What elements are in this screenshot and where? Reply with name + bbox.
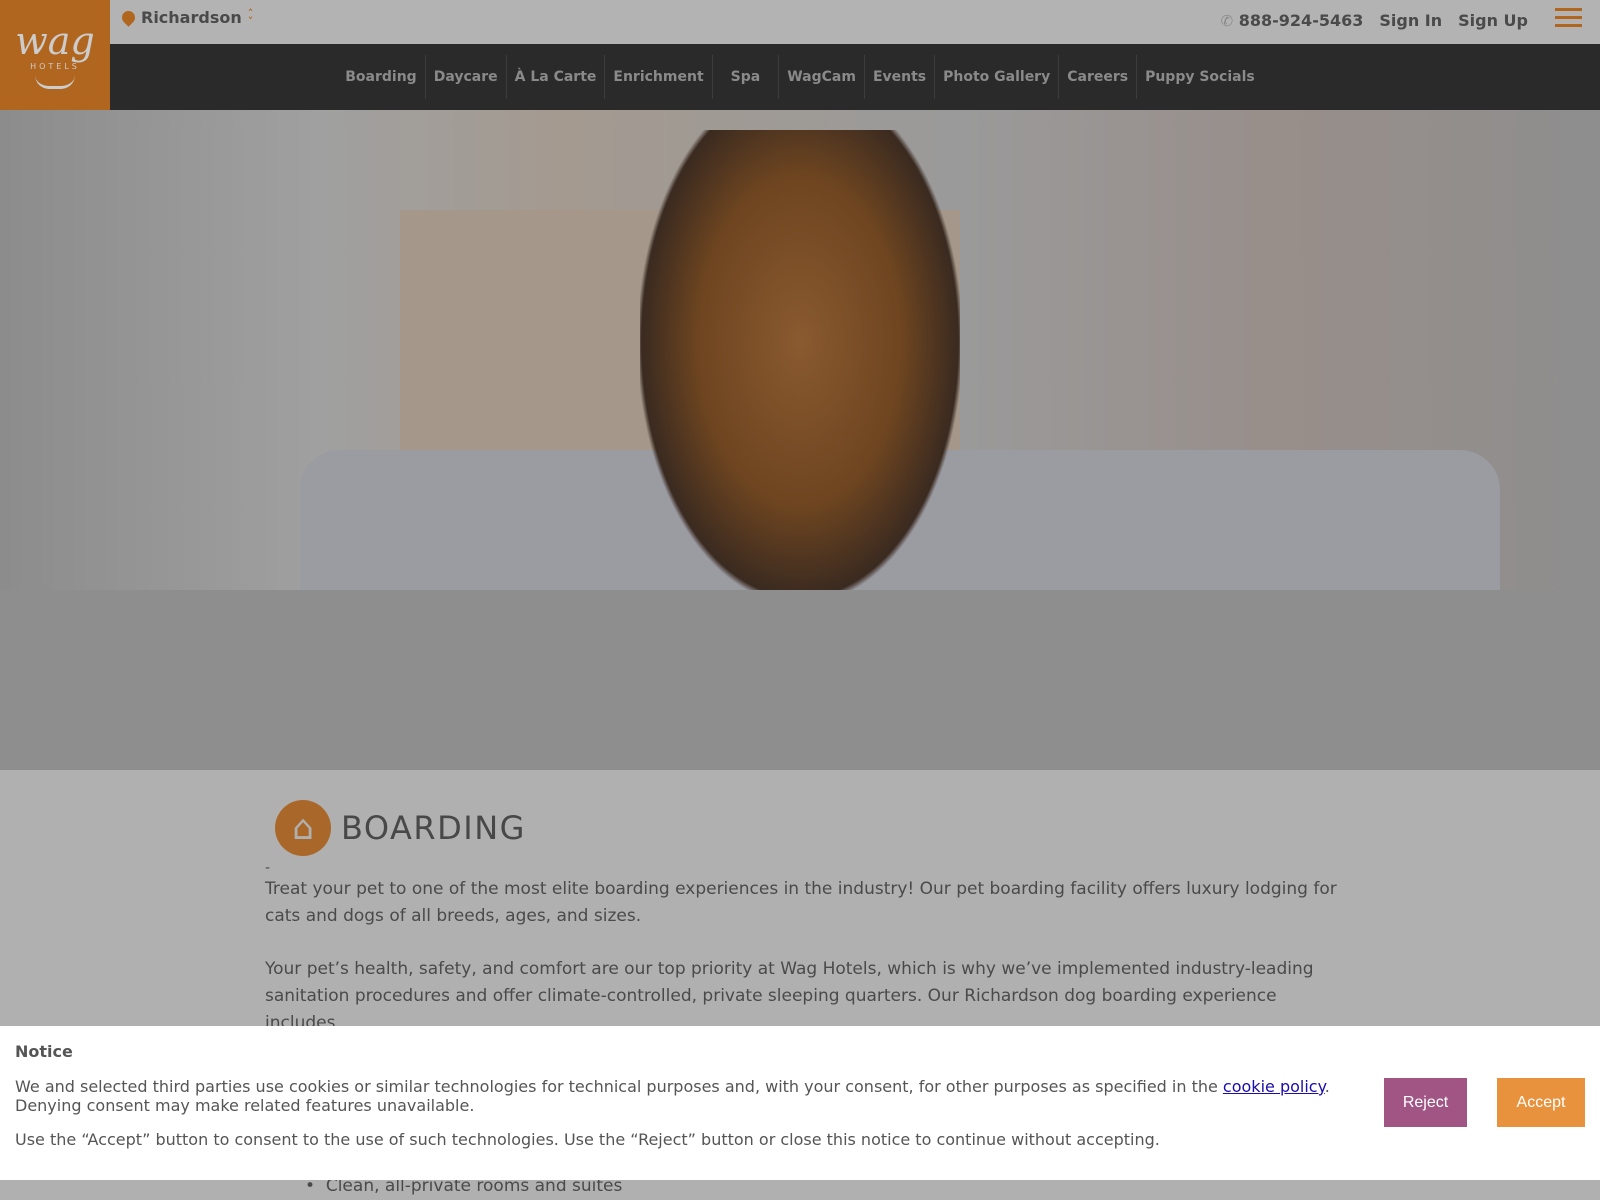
cookie-title: Notice xyxy=(15,1042,73,1061)
sign-up-link[interactable]: Sign Up xyxy=(1458,11,1528,30)
german-shepherd xyxy=(640,130,960,590)
boarding-section: ⌂ BOARDING - Treat your pet to one of th… xyxy=(265,800,1340,1063)
logo-sub: HOTELS xyxy=(30,61,80,71)
hero-image-dog-on-bed xyxy=(0,110,1600,590)
nav-enrichment[interactable]: Enrichment xyxy=(605,55,713,99)
logo-swoosh xyxy=(35,75,75,89)
cookie-banner: Notice We and selected third parties use… xyxy=(0,1026,1600,1180)
sign-in-link[interactable]: Sign In xyxy=(1379,11,1442,30)
cookie-text-2: Use the “Accept” button to consent to th… xyxy=(15,1130,1160,1149)
wag-hotels-logo[interactable]: wag HOTELS xyxy=(0,0,110,110)
nav-wagcam[interactable]: WagCam xyxy=(779,55,865,99)
logo-text: wag xyxy=(15,18,95,63)
nav-a-la-carte[interactable]: À La Carte xyxy=(507,55,606,99)
nav-boarding[interactable]: Boarding xyxy=(337,55,426,99)
location-selector[interactable]: Richardson ˄ ˅ xyxy=(119,6,254,28)
chevron-up-down-icon: ˄ ˅ xyxy=(247,6,254,28)
nav-puppy-socials[interactable]: Puppy Socials xyxy=(1137,55,1263,99)
cookie-text: We and selected third parties use cookie… xyxy=(15,1077,1330,1115)
cookie-policy-link[interactable]: cookie policy xyxy=(1223,1077,1325,1096)
nav-daycare[interactable]: Daycare xyxy=(426,55,507,99)
nav-events[interactable]: Events xyxy=(865,55,936,99)
house-icon: ⌂ xyxy=(275,800,331,856)
phone-icon: ✆ xyxy=(1220,12,1234,30)
main-nav: Boarding Daycare À La Carte Enrichment S… xyxy=(110,44,1600,110)
phone-link[interactable]: ✆ 888-924-5463 xyxy=(1221,11,1364,30)
nav-photo-gallery[interactable]: Photo Gallery xyxy=(935,55,1060,99)
paragraph: Your pet’s health, safety, and comfort a… xyxy=(265,959,1314,1033)
reject-button[interactable]: Reject xyxy=(1384,1078,1467,1127)
location-name: Richardson xyxy=(141,8,242,27)
accept-button[interactable]: Accept xyxy=(1497,1078,1585,1127)
nav-careers[interactable]: Careers xyxy=(1059,55,1138,99)
section-title: BOARDING xyxy=(341,809,526,847)
hero-spacer xyxy=(0,590,1600,770)
dash: - xyxy=(265,860,271,876)
map-pin-icon xyxy=(119,8,138,27)
paragraph: Treat your pet to one of the most elite … xyxy=(265,879,1337,926)
phone-number: 888-924-5463 xyxy=(1238,11,1364,30)
nav-spa[interactable]: Spa xyxy=(713,55,780,99)
hamburger-menu-icon[interactable] xyxy=(1555,8,1582,32)
